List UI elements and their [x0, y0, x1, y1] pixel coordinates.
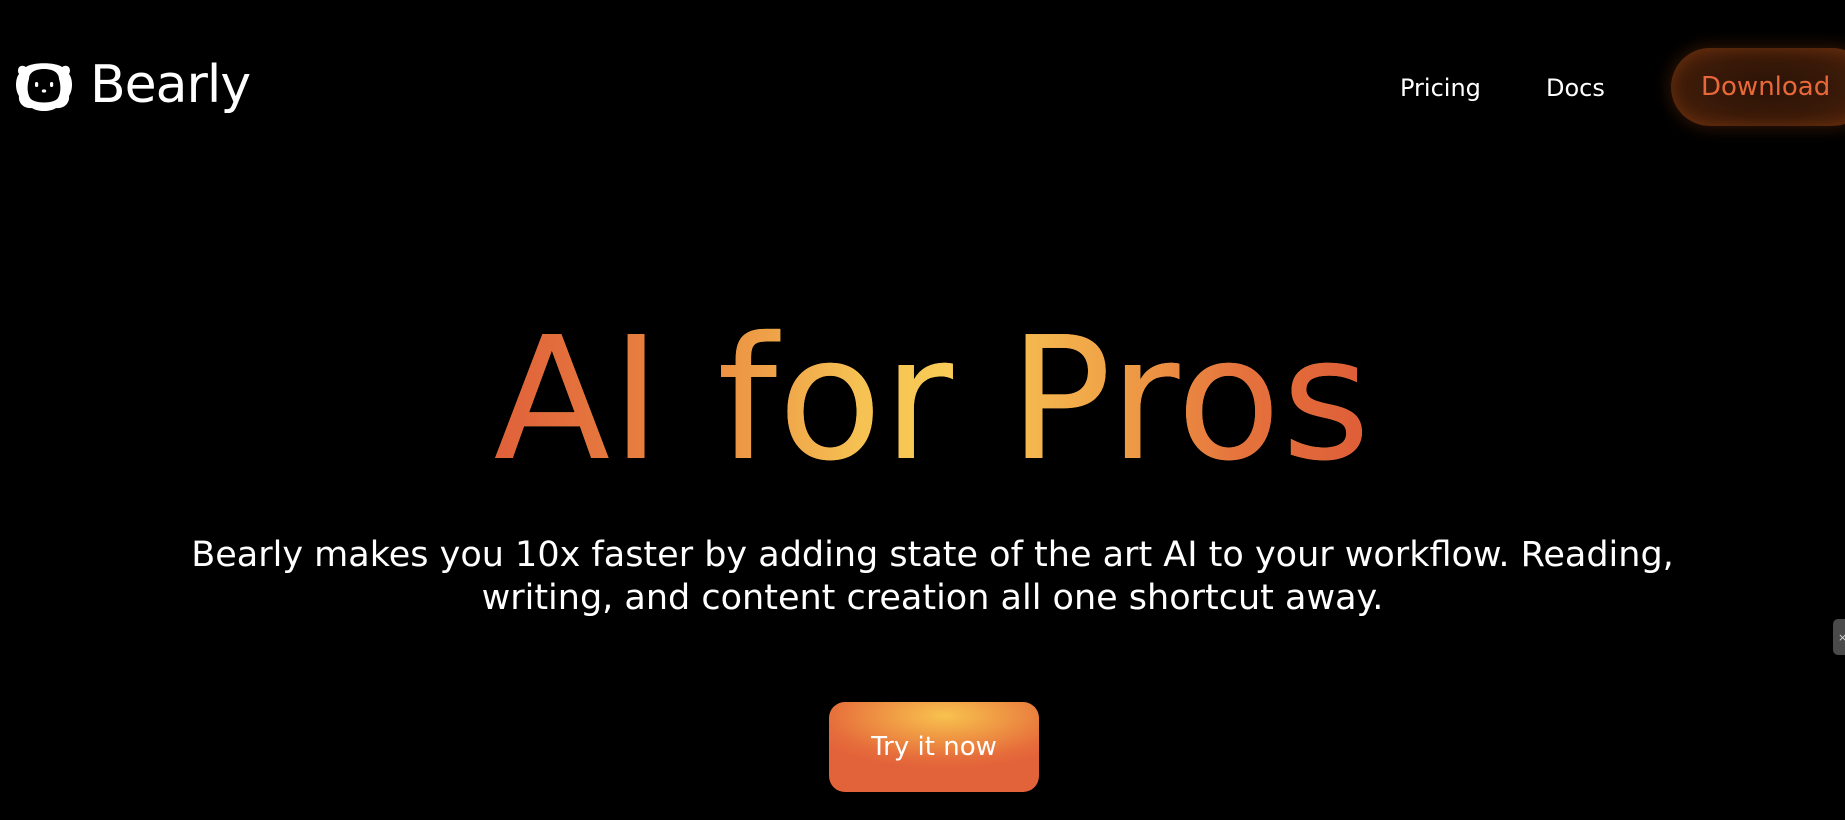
hero-title-text: AI for Pros: [493, 301, 1372, 499]
nav-pricing-link[interactable]: Pricing: [1400, 76, 1481, 100]
hero-subtitle-line-2: writing, and content creation all one sh…: [481, 578, 1384, 618]
bear-face-icon: [16, 63, 72, 111]
landing-page: Bearly Pricing Docs Download AI for Pros…: [0, 0, 1845, 820]
hero-title: AI for Pros: [0, 315, 1845, 485]
nav-docs-link[interactable]: Docs: [1546, 76, 1605, 100]
hero-subtitle-line-1: Bearly makes you 10x faster by adding st…: [191, 535, 1674, 575]
download-button[interactable]: Download: [1671, 48, 1845, 126]
close-icon: ×: [1838, 630, 1845, 644]
side-widget-tab[interactable]: ×: [1833, 619, 1845, 655]
hero-subtitle: Bearly makes you 10x faster by adding st…: [0, 534, 1845, 620]
site-header: Bearly Pricing Docs Download: [0, 0, 1845, 175]
brand-name: Bearly: [90, 55, 251, 115]
try-it-now-button[interactable]: Try it now: [829, 702, 1039, 792]
brand-logo[interactable]: Bearly: [14, 55, 251, 115]
